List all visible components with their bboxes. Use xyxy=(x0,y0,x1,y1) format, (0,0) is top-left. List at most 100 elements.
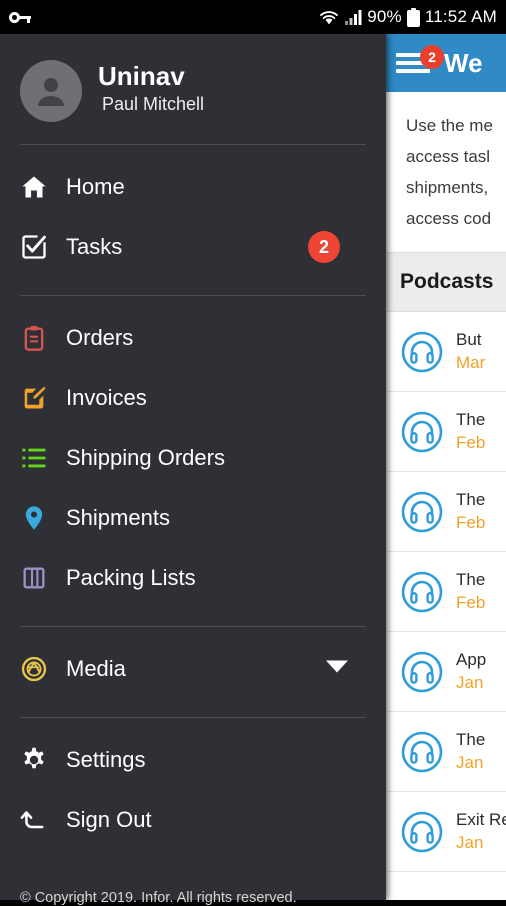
main-content: 2 We Use the me access tasl shipments, a… xyxy=(386,34,506,900)
sidebar-item-label: Invoices xyxy=(66,385,147,410)
headphones-icon xyxy=(400,410,444,454)
chevron-down-icon[interactable] xyxy=(324,659,350,680)
sidebar-item-packing-lists[interactable]: Packing Lists xyxy=(0,548,386,608)
divider xyxy=(20,717,366,718)
headphones-icon xyxy=(400,730,444,774)
divider xyxy=(20,144,366,145)
list-item[interactable]: The Jan xyxy=(386,712,506,792)
sidebar-item-label: Shipments xyxy=(66,505,170,530)
welcome-line: shipments, xyxy=(406,178,489,197)
person-avatar-icon xyxy=(38,78,64,106)
sidebar-item-label: Home xyxy=(66,174,125,199)
gear-icon xyxy=(20,746,54,774)
status-bar-left xyxy=(9,10,318,24)
podcast-text: App Jan xyxy=(456,649,486,695)
podcast-list: But Mar The Feb The Feb The Feb App Jan … xyxy=(386,312,506,872)
podcast-date: Feb xyxy=(456,432,486,452)
drawer-nav-list: Home Tasks 2 Orders Invoices Shipping Or… xyxy=(0,157,386,850)
list-item[interactable]: But Mar xyxy=(386,312,506,392)
podcast-date: Mar xyxy=(456,352,486,372)
divider xyxy=(20,626,366,627)
sidebar-item-invoices[interactable]: Invoices xyxy=(0,368,386,428)
podcast-title: The xyxy=(456,569,486,589)
checkbox-check-icon xyxy=(20,233,54,261)
sidebar-item-label: Sign Out xyxy=(66,807,152,832)
map-pin-icon xyxy=(20,504,54,532)
app-bar: 2 We xyxy=(386,34,506,92)
podcast-title: App xyxy=(456,649,487,669)
list-item[interactable]: The Feb xyxy=(386,552,506,632)
podcast-date: Jan xyxy=(456,672,484,692)
home-icon xyxy=(20,173,54,201)
sidebar-item-sign-out[interactable]: Sign Out xyxy=(0,790,386,850)
sidebar-item-label: Settings xyxy=(66,747,146,772)
avatar xyxy=(20,60,82,122)
list-item[interactable]: App Jan xyxy=(386,632,506,712)
columns-icon xyxy=(20,564,54,592)
welcome-line: Use the me xyxy=(406,116,493,135)
status-bar: 90% 11:52 AM xyxy=(0,0,506,34)
battery-percent: 90% xyxy=(367,7,402,26)
podcast-text: The Feb xyxy=(456,409,485,455)
podcast-title: The xyxy=(456,489,486,509)
drawer-header-text: Uninav Paul Mitchell xyxy=(98,61,204,121)
podcast-date: Jan xyxy=(456,832,484,852)
menu-badge: 2 xyxy=(420,45,444,69)
welcome-paragraph: Use the me access tasl shipments, access… xyxy=(386,92,506,252)
sidebar-item-label: Orders xyxy=(66,325,134,350)
hamburger-menu-icon[interactable]: 2 xyxy=(396,45,444,76)
sidebar-item-label: Packing Lists xyxy=(66,565,196,590)
list-ul-icon xyxy=(20,444,54,472)
sidebar-item-media[interactable]: Media xyxy=(0,639,386,699)
podcast-text: The Jan xyxy=(456,729,485,775)
battery-icon xyxy=(406,7,420,27)
list-item[interactable]: The Feb xyxy=(386,472,506,552)
navigation-drawer: Uninav Paul Mitchell Home Tasks 2 Orders … xyxy=(0,34,386,906)
podcast-text: The Feb xyxy=(456,569,485,615)
headphones-icon xyxy=(400,810,444,854)
headphones-icon xyxy=(400,490,444,534)
drawer-username: Paul Mitchell xyxy=(102,94,205,114)
podcast-date: Feb xyxy=(456,592,486,612)
headphones-icon xyxy=(400,330,444,374)
podcast-date: Jan xyxy=(456,752,484,772)
section-header-podcasts: Podcasts xyxy=(386,252,506,312)
sidebar-item-label: Tasks xyxy=(66,234,123,259)
app-bar-title: We xyxy=(444,47,483,78)
wifi-icon xyxy=(320,10,339,24)
sidebar-item-settings[interactable]: Settings xyxy=(0,730,386,790)
sidebar-item-home[interactable]: Home xyxy=(0,157,386,217)
edit-square-icon xyxy=(20,384,54,412)
list-item[interactable]: Exit Rev Jan xyxy=(386,792,506,872)
sidebar-item-shipments[interactable]: Shipments xyxy=(0,488,386,548)
sign-out-arrow-icon xyxy=(20,806,54,834)
podcast-title: The xyxy=(456,729,486,749)
copyright-text: © Copyright 2019. Infor. All rights rese… xyxy=(20,890,297,906)
headphones-icon xyxy=(400,650,444,694)
aperture-icon xyxy=(20,655,54,683)
sidebar-item-badge: 2 xyxy=(308,231,340,263)
list-item[interactable]: The Feb xyxy=(386,392,506,472)
podcast-text: But Mar xyxy=(456,329,485,375)
sidebar-item-tasks[interactable]: Tasks 2 xyxy=(0,217,386,277)
signal-bars-icon xyxy=(345,9,362,25)
divider xyxy=(20,295,366,296)
podcast-title: Exit Rev xyxy=(456,809,506,829)
clipboard-icon xyxy=(20,324,54,352)
podcast-title: The xyxy=(456,409,486,429)
key-icon xyxy=(9,10,31,24)
welcome-line: access cod xyxy=(406,209,492,228)
podcast-text: The Feb xyxy=(456,489,485,535)
status-bar-right: 90% 11:52 AM xyxy=(318,7,497,27)
sidebar-item-label: Media xyxy=(66,656,126,681)
headphones-icon xyxy=(400,570,444,614)
drawer-header: Uninav Paul Mitchell xyxy=(0,34,386,122)
podcast-text: Exit Rev Jan xyxy=(456,809,506,855)
sidebar-item-label: Shipping Orders xyxy=(66,445,225,470)
sidebar-item-shipping-orders[interactable]: Shipping Orders xyxy=(0,428,386,488)
sidebar-item-orders[interactable]: Orders xyxy=(0,308,386,368)
podcast-title: But xyxy=(456,329,482,349)
welcome-line: access tasl xyxy=(406,147,491,166)
podcast-date: Feb xyxy=(456,512,486,532)
status-bar-clock: 11:52 AM xyxy=(424,7,497,26)
